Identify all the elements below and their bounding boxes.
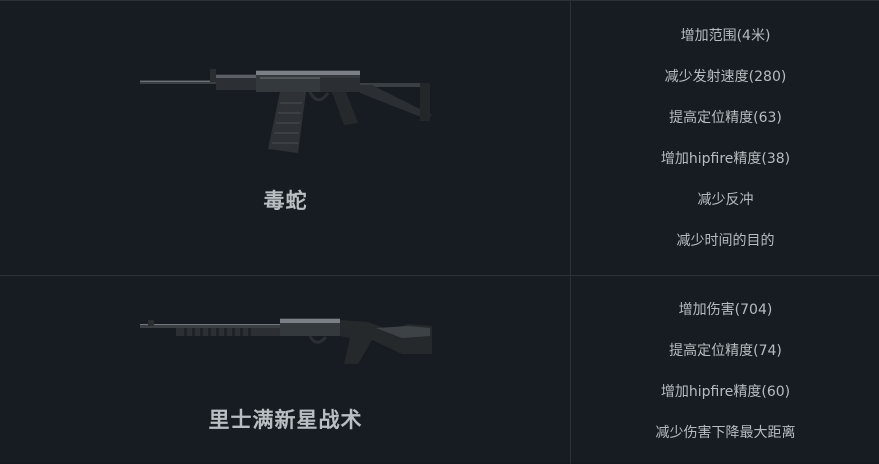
stat-item: 减少反冲 (697, 192, 754, 208)
stat-item: 提高定位精度(63) (669, 110, 782, 126)
stat-item: 减少时间的目的 (676, 233, 775, 249)
stats-cell: 增加范围(4米) 减少发射速度(280) 提高定位精度(63) 增加hipfir… (572, 1, 879, 276)
stat-item: 减少伤害下降最大距离 (655, 425, 796, 441)
weapon-row: 毒蛇 增加范围(4米) 减少发射速度(280) 提高定位精度(63) 增加hip… (0, 0, 879, 276)
weapon-name: 里士满新星战术 (208, 407, 363, 432)
weapon-attachment-table: 毒蛇 增加范围(4米) 减少发射速度(280) 提高定位精度(63) 增加hip… (0, 0, 879, 464)
weapon-row: 里士满新星战术 增加伤害(704) 提高定位精度(74) 增加hipfire精度… (0, 275, 879, 464)
stats-cell: 增加伤害(704) 提高定位精度(74) 增加hipfire精度(60) 减少伤… (572, 276, 879, 464)
stat-item: 增加hipfire精度(38) (660, 151, 791, 167)
weapon-cell: 里士满新星战术 (0, 276, 571, 464)
stat-item: 提高定位精度(74) (669, 343, 782, 359)
stat-item: 增加hipfire精度(60) (660, 384, 791, 400)
assault-rifle-icon (140, 69, 432, 153)
stat-item: 增加范围(4米) (680, 28, 771, 44)
weapon-cell: 毒蛇 (0, 1, 571, 276)
shotgun-icon (140, 318, 432, 364)
weapon-name: 毒蛇 (263, 188, 308, 213)
stat-item: 增加伤害(704) (678, 302, 773, 318)
stat-item: 减少发射速度(280) (664, 69, 787, 85)
